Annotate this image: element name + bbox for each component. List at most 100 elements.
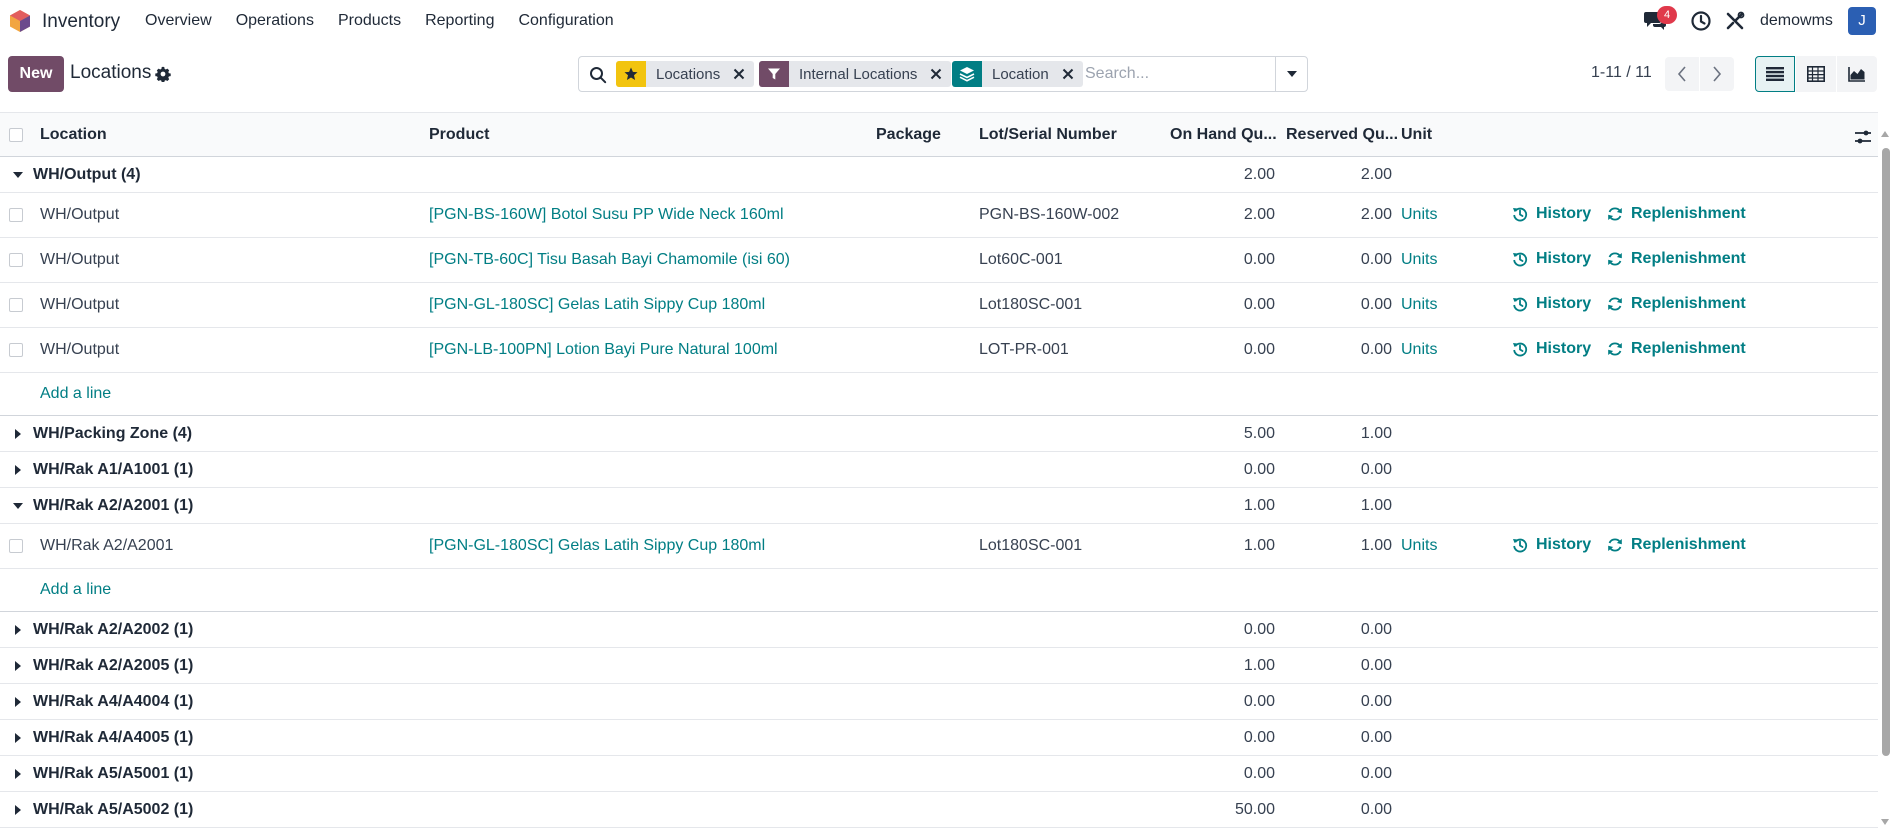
column-header-package[interactable]: Package xyxy=(876,126,941,144)
replenishment-button[interactable]: Replenishment xyxy=(1607,250,1746,268)
row-checkbox[interactable] xyxy=(9,298,23,312)
group-onhand-total: 1.00 xyxy=(1243,657,1275,674)
cell-product[interactable]: [PGN-TB-60C] Tisu Basah Bayi Chamomile (… xyxy=(429,251,790,269)
history-button[interactable]: History xyxy=(1512,205,1591,223)
group-row[interactable]: WH/Rak A5/A5002 (1) 50.00 0.00 xyxy=(0,792,1878,828)
history-button[interactable]: History xyxy=(1512,536,1591,554)
group-row[interactable]: WH/Rak A2/A2002 (1) 0.00 0.00 xyxy=(0,612,1878,648)
menu-configuration[interactable]: Configuration xyxy=(518,12,613,30)
row-checkbox[interactable] xyxy=(9,208,23,222)
cell-unit[interactable]: Units xyxy=(1401,251,1437,269)
cell-unit[interactable]: Units xyxy=(1401,341,1437,359)
history-button[interactable]: History xyxy=(1512,295,1591,313)
group-row[interactable]: WH/Rak A5/A5001 (1) 0.00 0.00 xyxy=(0,756,1878,792)
group-row[interactable]: WH/Rak A4/A4004 (1) 0.00 0.00 xyxy=(0,684,1878,720)
search-input[interactable] xyxy=(1085,62,1275,86)
pager-next-button[interactable] xyxy=(1700,57,1734,91)
caret-right-icon xyxy=(15,697,21,707)
page-title: Locations xyxy=(70,62,152,83)
table-row[interactable]: WH/Output [PGN-LB-100PN] Lotion Bayi Pure… xyxy=(0,328,1878,373)
remove-facet-button[interactable] xyxy=(927,61,945,87)
gear-icon[interactable] xyxy=(155,66,171,82)
user-avatar[interactable]: J xyxy=(1848,7,1876,35)
menu-reporting[interactable]: Reporting xyxy=(425,12,494,30)
activity-clock-icon[interactable] xyxy=(1690,10,1712,32)
search-icon[interactable] xyxy=(589,66,607,84)
messages-button[interactable]: 4 xyxy=(1643,6,1677,35)
replenishment-button[interactable]: Replenishment xyxy=(1607,536,1746,554)
group-row[interactable]: WH/Output (4) 2.00 2.00 xyxy=(0,157,1878,193)
cell-product[interactable]: [PGN-BS-160W] Botol Susu PP Wide Neck 16… xyxy=(429,206,784,224)
caret-right-icon xyxy=(15,733,21,743)
cell-onhand: 0.00 xyxy=(1243,296,1275,313)
inventory-app-icon[interactable] xyxy=(9,9,31,33)
debug-tools-icon[interactable] xyxy=(1724,10,1746,32)
group-row[interactable]: WH/Rak A4/A4005 (1) 0.00 0.00 xyxy=(0,720,1878,756)
table-row[interactable]: WH/Output [PGN-GL-180SC] Gelas Latih Sipp… xyxy=(0,283,1878,328)
column-header-onhand[interactable]: On Hand Qu... xyxy=(1170,126,1277,144)
column-header-product[interactable]: Product xyxy=(429,126,489,144)
menu-products[interactable]: Products xyxy=(338,12,401,30)
history-icon xyxy=(1513,538,1528,553)
remove-facet-button[interactable] xyxy=(1059,61,1077,87)
group-name: WH/Rak A2/A2005 (1) xyxy=(33,657,194,674)
history-button[interactable]: History xyxy=(1512,340,1591,358)
group-name: WH/Rak A5/A5001 (1) xyxy=(33,765,194,782)
cell-onhand: 2.00 xyxy=(1243,206,1275,223)
menu-operations[interactable]: Operations xyxy=(236,12,314,30)
row-checkbox[interactable] xyxy=(9,253,23,267)
new-button[interactable]: New xyxy=(8,56,64,92)
replenishment-button[interactable]: Replenishment xyxy=(1607,295,1746,313)
cell-product[interactable]: [PGN-LB-100PN] Lotion Bayi Pure Natural … xyxy=(429,341,778,359)
optional-columns-icon[interactable] xyxy=(1854,128,1872,146)
pager-value[interactable]: 1-11 / 11 xyxy=(1591,64,1652,82)
group-row[interactable]: WH/Rak A1/A1001 (1) 0.00 0.00 xyxy=(0,452,1878,488)
table-row[interactable]: WH/Rak A2/A2001 [PGN-GL-180SC] Gelas Lati… xyxy=(0,524,1878,569)
list-view-button[interactable] xyxy=(1755,56,1795,92)
scrollbar-thumb[interactable] xyxy=(1882,148,1890,756)
history-button[interactable]: History xyxy=(1512,250,1591,268)
group-row[interactable]: WH/Packing Zone (4) 5.00 1.00 xyxy=(0,416,1878,452)
column-header-lot[interactable]: Lot/Serial Number xyxy=(979,126,1117,144)
filter-icon xyxy=(759,61,789,87)
cell-unit[interactable]: Units xyxy=(1401,206,1437,224)
group-reserved-total: 0.00 xyxy=(1360,461,1392,478)
refresh-icon xyxy=(1608,297,1622,311)
cell-product[interactable]: [PGN-GL-180SC] Gelas Latih Sippy Cup 180… xyxy=(429,537,765,555)
column-header-reserved[interactable]: Reserved Qu... xyxy=(1286,126,1398,144)
group-name: WH/Rak A4/A4004 (1) xyxy=(33,693,194,710)
column-header-location[interactable]: Location xyxy=(40,126,107,144)
pivot-view-button[interactable] xyxy=(1796,56,1836,92)
replenishment-button[interactable]: Replenishment xyxy=(1607,340,1746,358)
group-row[interactable]: WH/Rak A2/A2001 (1) 1.00 1.00 xyxy=(0,488,1878,524)
cell-product[interactable]: [PGN-GL-180SC] Gelas Latih Sippy Cup 180… xyxy=(429,296,765,314)
group-reserved-total: 0.00 xyxy=(1360,729,1392,746)
area-chart-icon xyxy=(1848,67,1865,82)
group-reserved-total: 2.00 xyxy=(1360,166,1392,183)
replenishment-button[interactable]: Replenishment xyxy=(1607,205,1746,223)
cell-onhand: 1.00 xyxy=(1243,537,1275,554)
table-row[interactable]: WH/Output [PGN-BS-160W] Botol Susu PP Wid… xyxy=(0,193,1878,238)
add-line-link[interactable]: Add a line xyxy=(40,581,111,599)
group-name: WH/Rak A5/A5002 (1) xyxy=(33,801,194,818)
row-checkbox[interactable] xyxy=(9,539,23,553)
cell-unit[interactable]: Units xyxy=(1401,296,1437,314)
table-row[interactable]: WH/Output [PGN-TB-60C] Tisu Basah Bayi Ch… xyxy=(0,238,1878,283)
graph-view-button[interactable] xyxy=(1837,56,1877,92)
group-name: WH/Rak A4/A4005 (1) xyxy=(33,729,194,746)
select-all-checkbox[interactable] xyxy=(9,128,23,142)
history-icon xyxy=(1513,207,1528,222)
search-options-toggle[interactable] xyxy=(1275,57,1307,91)
app-name[interactable]: Inventory xyxy=(42,11,120,33)
menu-overview[interactable]: Overview xyxy=(145,12,212,30)
user-name[interactable]: demowms xyxy=(1760,12,1833,30)
row-checkbox[interactable] xyxy=(9,343,23,357)
add-line-link[interactable]: Add a line xyxy=(40,385,111,403)
pager-previous-button[interactable] xyxy=(1665,57,1699,91)
cell-unit[interactable]: Units xyxy=(1401,537,1437,555)
group-row[interactable]: WH/Rak A2/A2005 (1) 1.00 0.00 xyxy=(0,648,1878,684)
refresh-icon xyxy=(1608,207,1622,221)
column-header-unit[interactable]: Unit xyxy=(1401,126,1432,144)
remove-facet-button[interactable] xyxy=(730,61,748,87)
caret-down-icon xyxy=(13,172,23,178)
